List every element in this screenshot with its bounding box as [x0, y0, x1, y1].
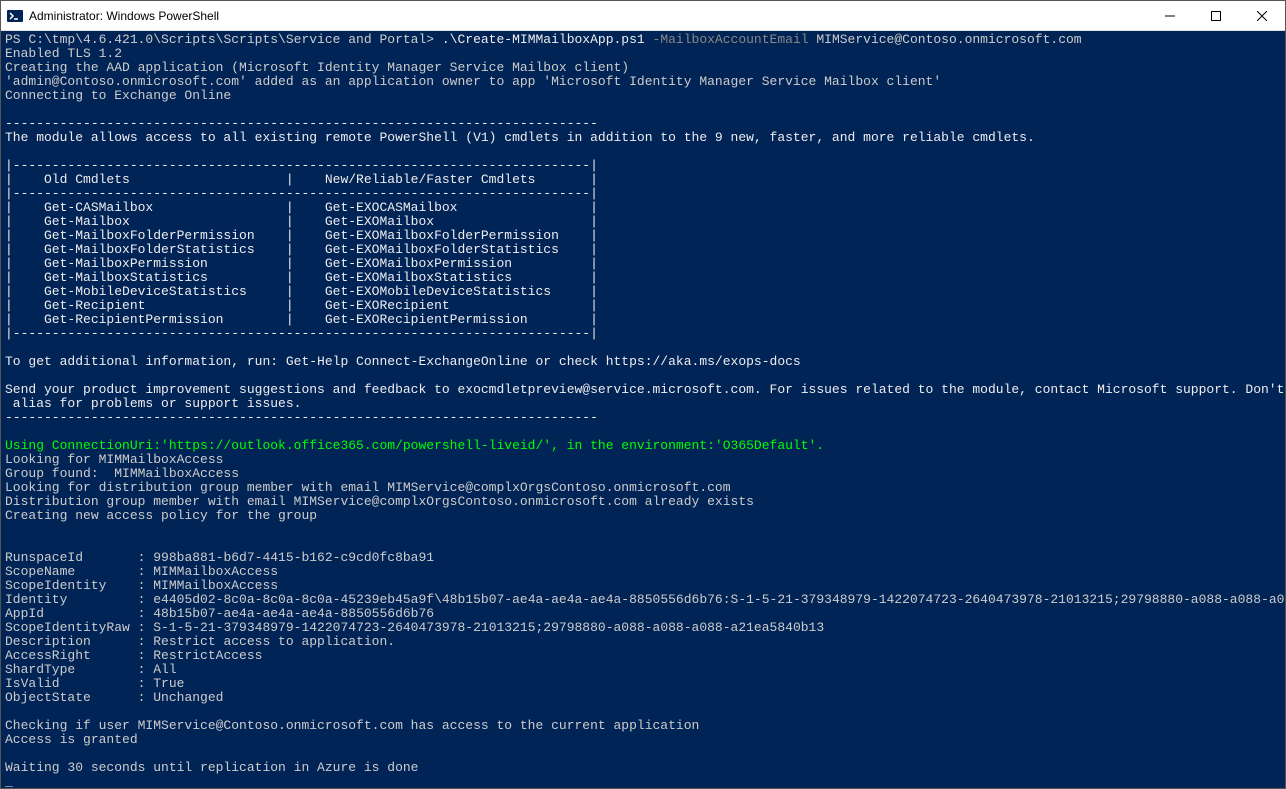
banner-table: |---------------------------------------…	[5, 326, 598, 341]
banner-feedback: Send your product improvement suggestion…	[5, 382, 1285, 411]
banner-table: |---------------------------------------…	[5, 158, 598, 173]
progress-line: Group found: MIMMailboxAccess	[5, 466, 239, 481]
final-checking: Checking if user MIMService@Contoso.onmi…	[5, 718, 699, 733]
titlebar-left: Administrator: Windows PowerShell	[7, 8, 219, 24]
output-line: Connecting to Exchange Online	[5, 88, 231, 103]
policy-scoperaw: ScopeIdentityRaw : S-1-5-21-379348979-14…	[5, 620, 824, 635]
banner-sep: ----------------------------------------…	[5, 116, 598, 131]
banner-table: | Get-MailboxPermission | Get-EXOMailbox…	[5, 256, 598, 271]
policy-objectstate: ObjectState : Unchanged	[5, 690, 223, 705]
banner-table: |---------------------------------------…	[5, 186, 598, 201]
prompt-path: C:\tmp\4.6.421.0\Scripts\Scripts\Service…	[28, 32, 434, 47]
window-title: Administrator: Windows PowerShell	[29, 9, 219, 23]
banner-table: | Get-MailboxStatistics | Get-EXOMailbox…	[5, 270, 598, 285]
powershell-window: Administrator: Windows PowerShell PS C:\…	[0, 0, 1286, 789]
policy-runspace: RunspaceId : 998ba881-b6d7-4415-b162-c9c…	[5, 550, 434, 565]
policy-shardtype: ShardType : All	[5, 662, 177, 677]
policy-isvalid: IsValid : True	[5, 676, 184, 691]
param-name: -MailboxAccountEmail	[645, 32, 809, 47]
policy-identity: Identity : e4405d02-8c0a-8c0a-8c0a-45239…	[5, 592, 1285, 607]
policy-description: Description : Restrict access to applica…	[5, 634, 395, 649]
connection-uri: Using ConnectionUri:'https://outlook.off…	[5, 438, 824, 453]
output-line: 'admin@Contoso.onmicrosoft.com' added as…	[5, 74, 941, 89]
progress-line: Looking for MIMMailboxAccess	[5, 452, 223, 467]
cursor: _	[5, 774, 13, 788]
banner-sep: ----------------------------------------…	[5, 410, 598, 425]
progress-line: Creating new access policy for the group	[5, 508, 317, 523]
banner-table: | Get-MailboxFolderStatistics | Get-EXOM…	[5, 242, 598, 257]
banner-table: | Get-Mailbox | Get-EXOMailbox |	[5, 214, 598, 229]
policy-scopeidentity: ScopeIdentity : MIMMailboxAccess	[5, 578, 278, 593]
policy-appid: AppId : 48b15b07-ae4a-ae4a-ae4a-8850556d…	[5, 606, 434, 621]
minimize-button[interactable]	[1147, 1, 1193, 30]
progress-line: Looking for distribution group member wi…	[5, 480, 731, 495]
banner-table: | Old Cmdlets | New/Reliable/Faster Cmdl…	[5, 172, 598, 187]
output-line: Enabled TLS 1.2	[5, 46, 122, 61]
banner-table: | Get-CASMailbox | Get-EXOCASMailbox |	[5, 200, 598, 215]
banner-table: | Get-MailboxFolderPermission | Get-EXOM…	[5, 228, 598, 243]
banner-table: | Get-RecipientPermission | Get-EXORecip…	[5, 312, 598, 327]
maximize-button[interactable]	[1193, 1, 1239, 30]
progress-line: Distribution group member with email MIM…	[5, 494, 754, 509]
param-value: MIMService@Contoso.onmicrosoft.com	[809, 32, 1082, 47]
final-granted: Access is granted	[5, 732, 138, 747]
final-waiting: Waiting 30 seconds until replication in …	[5, 760, 418, 775]
banner-table: | Get-Recipient | Get-EXORecipient |	[5, 298, 598, 313]
policy-scopename: ScopeName : MIMMailboxAccess	[5, 564, 278, 579]
titlebar[interactable]: Administrator: Windows PowerShell	[1, 1, 1285, 31]
prompt-prefix: PS	[5, 32, 28, 47]
output-line: Creating the AAD application (Microsoft …	[5, 60, 629, 75]
close-button[interactable]	[1239, 1, 1285, 30]
banner-table: | Get-MobileDeviceStatistics | Get-EXOMo…	[5, 284, 598, 299]
window-controls	[1147, 1, 1285, 30]
banner-info: To get additional information, run: Get-…	[5, 354, 801, 369]
banner-intro: The module allows access to all existing…	[5, 130, 1035, 145]
powershell-icon	[7, 8, 23, 24]
policy-accessright: AccessRight : RestrictAccess	[5, 648, 262, 663]
script-name: .\Create-MIMMailboxApp.ps1	[434, 32, 645, 47]
terminal-output[interactable]: PS C:\tmp\4.6.421.0\Scripts\Scripts\Serv…	[1, 31, 1285, 788]
